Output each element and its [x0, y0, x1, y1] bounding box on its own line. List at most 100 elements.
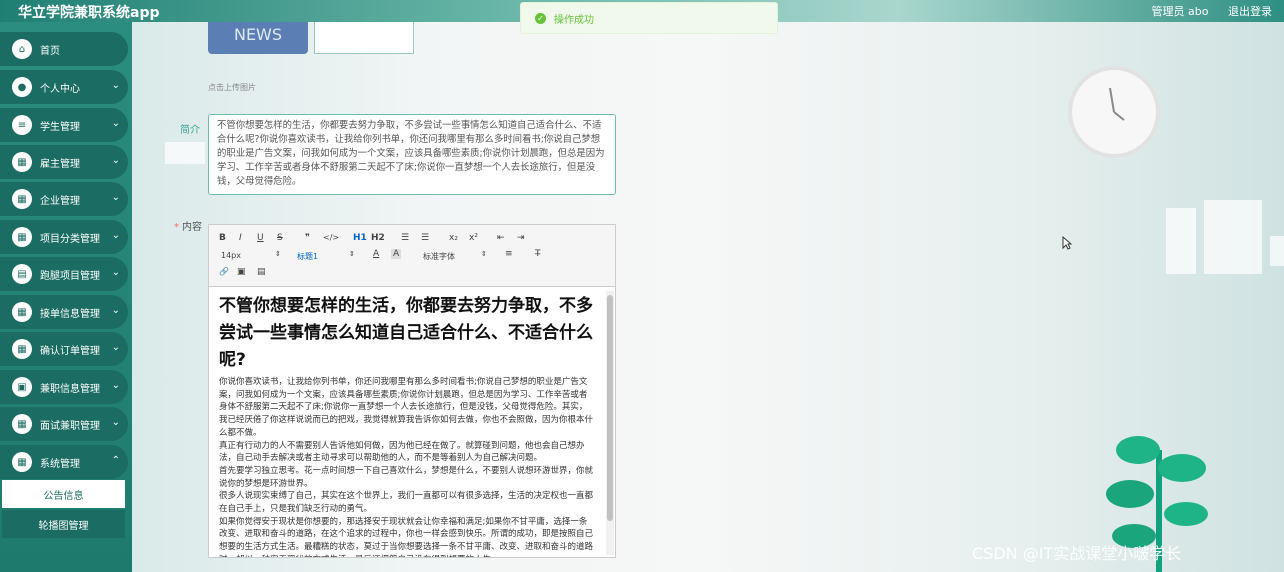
scrollbar-thumb[interactable] — [607, 295, 613, 521]
italic-button[interactable]: I — [239, 233, 242, 243]
sidebar-item-label: 雇主管理 — [40, 158, 80, 170]
sidebar: ⌂ 首页 ● 个人中心 ⌄ ≡ 学生管理 ⌄ ▦ 雇主管理 ⌄ ▦ 企业管理 ⌄… — [0, 22, 132, 572]
decorative-shape — [1204, 200, 1262, 274]
superscript-button[interactable]: x² — [469, 233, 478, 243]
sidebar-item-employers[interactable]: ▦ 雇主管理 ⌄ — [0, 145, 128, 179]
content-paragraph: 首先要学习独立思考。花一点时间想一下自己喜欢什么，梦想是什么，不要别人说想环游世… — [219, 465, 594, 489]
font-size-select[interactable]: 14px — [221, 251, 241, 260]
app-title: 华立学院兼职系统app — [18, 5, 160, 21]
select-arrow-icon: ⇕ — [275, 250, 281, 258]
code-button[interactable]: </> — [323, 233, 339, 242]
list-icon: ≡ — [12, 115, 32, 135]
sidebar-item-label: 接单信息管理 — [40, 308, 100, 320]
chevron-down-icon: ⌄ — [111, 155, 120, 166]
decorative-shape — [1166, 208, 1196, 274]
toast-message: 操作成功 — [554, 14, 594, 26]
h2-button[interactable]: H2 — [371, 233, 385, 243]
content-paragraph: 真正有行动力的人不需要别人告诉他如何做，因为他已经在做了。就算碰到问题，他也会自… — [219, 440, 585, 464]
check-circle-icon: ✓ — [535, 12, 546, 24]
chevron-down-icon: ⌄ — [111, 380, 120, 391]
chevron-down-icon: ⌄ — [111, 118, 120, 129]
sidebar-item-label: 项目分类管理 — [40, 233, 100, 245]
font-color-button[interactable]: A — [373, 249, 379, 259]
link-icon[interactable]: 🔗 — [219, 267, 229, 276]
sidebar-subitem-label: 轮播图管理 — [38, 520, 89, 532]
sidebar-subitem-carousel[interactable]: 轮播图管理 — [2, 510, 125, 538]
content-paragraph: 如果你觉得安于现状是你想要的，那选择安于现状就会让你幸福和满足;如果你不甘平庸，… — [219, 516, 594, 557]
sidebar-item-label: 面试兼职管理 — [40, 420, 100, 432]
chart-icon: ▤ — [12, 264, 32, 284]
sidebar-item-profile[interactable]: ● 个人中心 ⌄ — [0, 70, 128, 104]
sidebar-item-project-categories[interactable]: ▦ 项目分类管理 ⌄ — [0, 220, 128, 254]
current-user: 管理员 abo — [1151, 5, 1209, 18]
subscript-button[interactable]: x₂ — [449, 233, 458, 243]
h1-button[interactable]: H1 — [353, 233, 367, 243]
align-button[interactable]: ≡ — [505, 249, 513, 259]
font-family-select[interactable]: 标准字体 — [423, 251, 455, 262]
chevron-down-icon: ⌄ — [111, 267, 120, 278]
editor-content[interactable]: 不管你想要怎样的生活，你都要去努力争取，不多尝试一些事情怎么知道自己适合什么、不… — [209, 287, 605, 557]
content-label-wrap: * 内容 — [174, 218, 202, 233]
grid-icon: ▦ — [12, 189, 32, 209]
sidebar-item-part-time-info[interactable]: ▣ 兼职信息管理 ⌄ — [0, 370, 128, 404]
briefcase-icon: ▣ — [12, 377, 32, 397]
logout-link[interactable]: 退出登录 — [1228, 5, 1272, 18]
sidebar-item-label: 学生管理 — [40, 121, 80, 133]
content-paragraph: 很多人说现实束缚了自己，其实在这个世界上，我们一直都可以有很多选择，生活的决定权… — [219, 491, 594, 515]
decorative-shape — [165, 142, 205, 164]
sidebar-item-interviews[interactable]: ▦ 面试兼职管理 ⌄ — [0, 407, 128, 441]
sidebar-item-order-info[interactable]: ▦ 接单信息管理 ⌄ — [0, 295, 128, 329]
ordered-list-icon[interactable]: ☰ — [401, 233, 409, 243]
intro-label: 简介 — [180, 125, 200, 136]
sidebar-item-system[interactable]: ▦ 系统管理 ⌃ — [0, 445, 128, 479]
grid-icon: ▦ — [12, 339, 32, 359]
clear-format-button[interactable]: T̶ — [535, 249, 541, 259]
chevron-down-icon: ⌄ — [111, 417, 120, 428]
video-icon[interactable]: ▤ — [257, 267, 266, 277]
sidebar-item-label: 确认订单管理 — [40, 345, 100, 357]
grid-icon: ▦ — [12, 227, 32, 247]
sidebar-item-companies[interactable]: ▦ 企业管理 ⌄ — [0, 182, 128, 216]
success-toast: ✓ 操作成功 — [520, 2, 778, 34]
chevron-down-icon: ⌄ — [111, 80, 120, 91]
bullet-list-icon[interactable]: ☰ — [421, 233, 429, 243]
strike-button[interactable]: S — [277, 233, 283, 243]
indent-icon[interactable]: ⇥ — [517, 233, 525, 243]
home-icon: ⌂ — [12, 39, 32, 59]
quote-button[interactable]: ❞ — [305, 233, 310, 243]
grid-icon: ▦ — [12, 152, 32, 172]
outdent-icon[interactable]: ⇤ — [497, 233, 505, 243]
chevron-up-icon: ⌃ — [111, 455, 120, 466]
sidebar-item-label: 系统管理 — [40, 458, 80, 470]
chevron-down-icon: ⌄ — [111, 192, 120, 203]
sidebar-item-confirm-orders[interactable]: ▦ 确认订单管理 ⌄ — [0, 332, 128, 366]
bold-button[interactable]: B — [219, 233, 226, 243]
background-color-button[interactable]: A — [391, 249, 402, 259]
sidebar-item-label: 跑腿项目管理 — [40, 270, 100, 282]
sidebar-item-label: 个人中心 — [40, 83, 80, 95]
select-arrow-icon: ⇕ — [349, 250, 355, 258]
underline-button[interactable]: U — [257, 233, 264, 243]
user-icon: ● — [12, 77, 32, 97]
uploaded-image-preview[interactable]: NEWS — [208, 22, 308, 54]
grid-icon: ▦ — [12, 414, 32, 434]
grid-icon: ▦ — [12, 302, 32, 322]
sidebar-subitem-notices[interactable]: 公告信息 — [2, 480, 125, 508]
image-upload-box[interactable] — [314, 22, 414, 54]
sidebar-item-label: 企业管理 — [40, 195, 80, 207]
sidebar-item-home[interactable]: ⌂ 首页 — [0, 32, 128, 66]
content-paragraph: 你说你喜欢读书，让我给你列书单，你还问我哪里有那么多时间看书;你说自己梦想的职业… — [219, 377, 594, 438]
rich-text-editor: B I U S ❞ </> H1 H2 ☰ ☰ x₂ x² ⇤ ⇥ 14px ⇕… — [208, 224, 616, 558]
heading-select[interactable]: 标题1 — [297, 251, 318, 262]
chevron-down-icon: ⌄ — [111, 342, 120, 353]
sidebar-subitem-label: 公告信息 — [43, 490, 84, 502]
intro-textarea[interactable]: 不管你想要怎样的生活，你都要去努力争取，不多尝试一些事情怎么知道自己适合什么、不… — [208, 114, 616, 195]
sidebar-item-errand-projects[interactable]: ▤ 跑腿项目管理 ⌄ — [0, 257, 128, 291]
clock-decoration — [1068, 66, 1160, 158]
editor-scrollbar[interactable] — [606, 291, 614, 555]
image-icon[interactable]: ▣ — [237, 267, 246, 277]
sidebar-item-students[interactable]: ≡ 学生管理 ⌄ — [0, 108, 128, 142]
content-heading: 不管你想要怎样的生活，你都要去努力争取，不多尝试一些事情怎么知道自己适合什么、不… — [219, 296, 593, 370]
sidebar-item-label: 首页 — [40, 45, 60, 57]
clock-icon — [1109, 87, 1125, 121]
